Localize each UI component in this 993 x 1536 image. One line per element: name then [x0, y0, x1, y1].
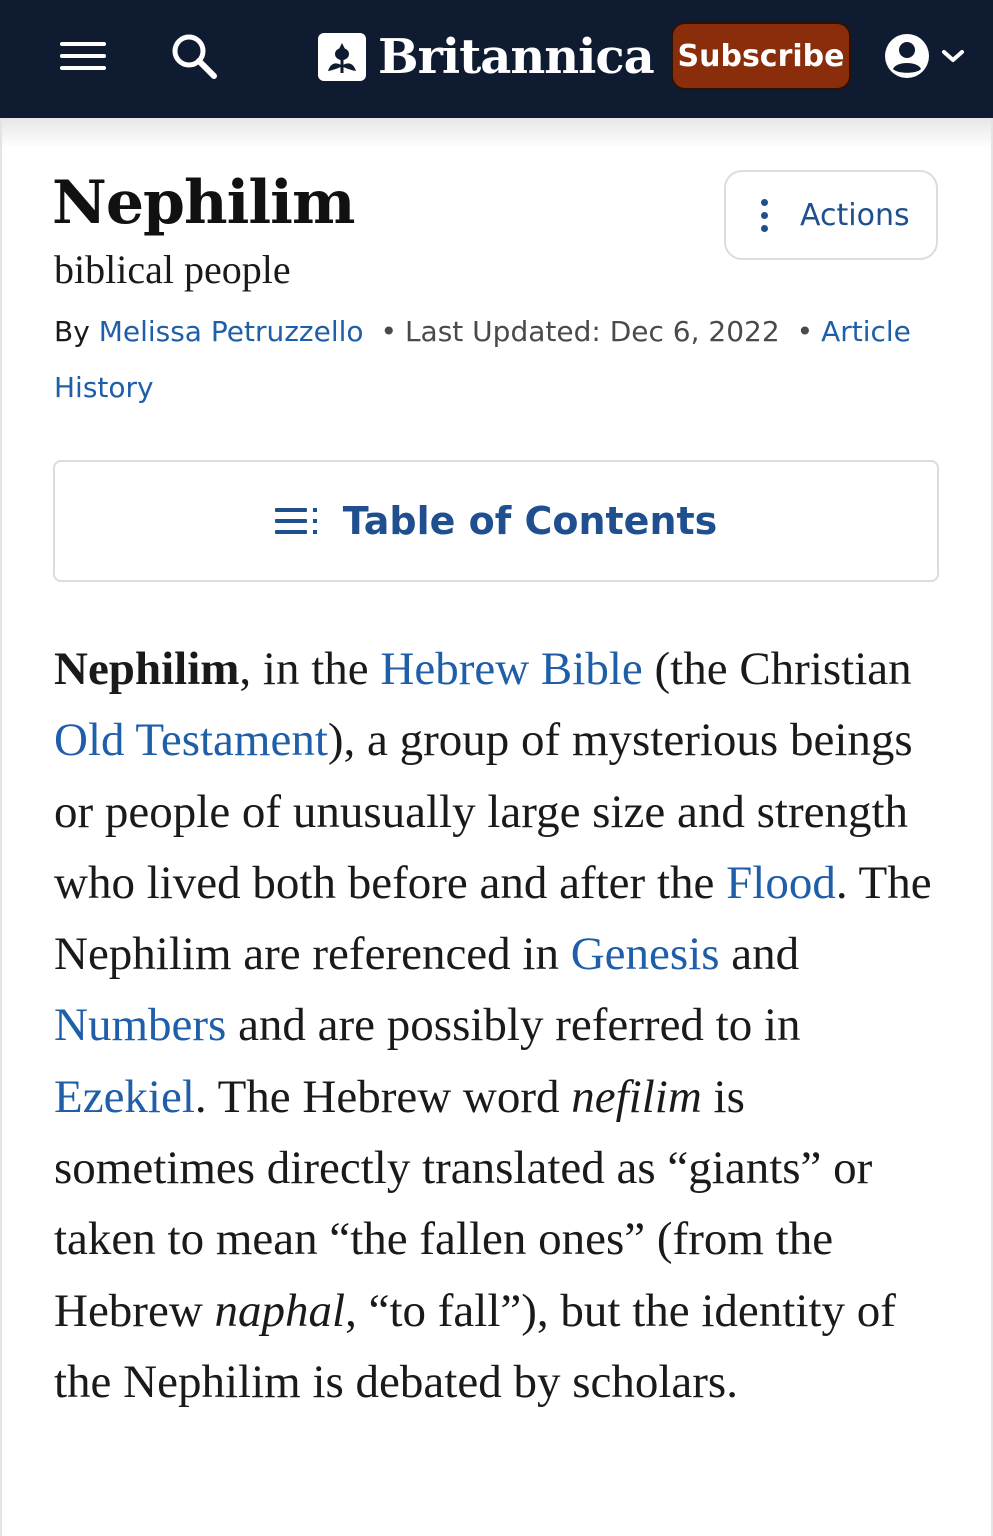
inline-link[interactable]: Flood	[726, 857, 836, 909]
table-of-contents-label: Table of Contents	[342, 499, 718, 543]
account-menu[interactable]	[884, 33, 968, 79]
account-icon	[885, 34, 929, 78]
byline: By Melissa Petruzzello • Last Updated: De…	[54, 304, 954, 416]
menu-icon[interactable]	[60, 38, 108, 74]
search-icon[interactable]	[168, 30, 220, 82]
top-navigation-bar: Britannica Subscribe	[0, 0, 993, 118]
table-of-contents-button[interactable]: Table of Contents	[53, 460, 939, 582]
paragraph-text: and	[719, 928, 800, 981]
author-link[interactable]: Melissa Petruzzello	[99, 315, 364, 348]
left-border	[0, 118, 2, 1536]
inline-link[interactable]: Genesis	[571, 928, 720, 980]
term-bold: Nephilim	[54, 643, 240, 695]
inline-link[interactable]: Hebrew Bible	[380, 643, 642, 695]
kebab-menu-icon	[756, 196, 772, 235]
actions-button[interactable]: Actions	[724, 170, 938, 260]
byline-separator: •	[796, 315, 814, 348]
article-paragraph: Nephilim, in the Hebrew Bible (the Chris…	[54, 634, 954, 1418]
last-updated: Last Updated: Dec 6, 2022	[404, 315, 780, 348]
thistle-logo-icon	[318, 33, 366, 81]
page-subtitle: biblical people	[54, 247, 291, 292]
paragraph-text: (the Christian	[642, 643, 912, 695]
list-icon	[274, 508, 317, 534]
inline-link[interactable]: Ezekiel	[54, 1071, 195, 1123]
paragraph-text: , in the	[239, 643, 381, 695]
term-italic: naphal	[214, 1284, 346, 1337]
inline-link[interactable]: Old Testament	[54, 714, 328, 766]
term-italic: nefilim	[571, 1070, 702, 1123]
inline-link[interactable]: Numbers	[54, 999, 226, 1051]
byline-by: By	[54, 315, 90, 348]
paragraph-text: . The Hebrew word	[194, 1070, 572, 1123]
page-title: Nephilim	[52, 168, 355, 238]
byline-separator: •	[380, 315, 397, 348]
britannica-logo[interactable]: Britannica	[318, 26, 655, 88]
paragraph-text: and are possibly referred to in	[226, 999, 801, 1052]
actions-label: Actions	[800, 197, 910, 233]
chevron-down-icon	[942, 50, 964, 62]
subscribe-button[interactable]: Subscribe	[671, 22, 851, 90]
header-shadow	[0, 118, 993, 148]
brand-name: Britannica	[378, 29, 655, 85]
